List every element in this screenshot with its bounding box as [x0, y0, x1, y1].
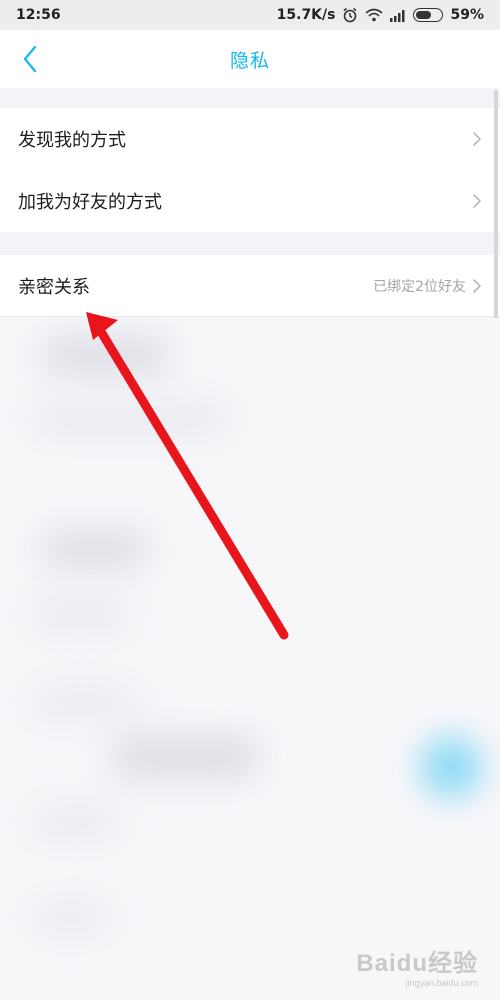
battery-icon	[413, 8, 444, 22]
chevron-right-icon	[473, 194, 482, 208]
blur-block	[30, 903, 110, 931]
back-button[interactable]	[10, 30, 50, 88]
battery-level-fill	[416, 11, 431, 19]
page-title: 隐私	[229, 49, 270, 72]
status-bar: 12:56 15.7K/s 59%	[0, 0, 500, 30]
status-icons: 15.7K/s 59%	[277, 7, 484, 23]
blur-block	[30, 403, 230, 433]
chevron-left-icon	[23, 45, 37, 73]
settings-group-relations: 亲密关系 已绑定2位好友	[0, 255, 500, 317]
watermark-url: jingyan.baidu.com	[405, 978, 478, 988]
blurred-content	[0, 318, 500, 1000]
setting-label: 加我为好友的方式	[18, 192, 162, 213]
watermark: Baidu经验 jingyan.baidu.com	[356, 943, 478, 988]
setting-row-discover-me[interactable]: 发现我的方式	[0, 108, 500, 170]
status-time: 12:56	[16, 7, 61, 23]
scrollbar[interactable]	[494, 90, 498, 326]
blur-block	[110, 738, 260, 776]
setting-value: 已绑定2位好友	[373, 279, 466, 295]
setting-value-wrap: 已绑定2位好友	[373, 276, 482, 296]
blur-toggle	[420, 736, 482, 798]
blur-block	[30, 688, 140, 716]
wifi-icon	[365, 8, 384, 22]
setting-label: 亲密关系	[18, 277, 90, 298]
watermark-brand: Baidu经验	[356, 950, 478, 977]
blur-block	[30, 808, 120, 836]
signal-icon	[390, 9, 405, 22]
setting-label: 发现我的方式	[18, 130, 126, 151]
blur-block	[40, 533, 150, 565]
blur-block	[40, 338, 170, 372]
chevron-right-icon	[473, 132, 482, 146]
setting-row-intimate-relationship[interactable]: 亲密关系 已绑定2位好友	[0, 255, 500, 317]
alarm-icon	[344, 7, 357, 23]
chevron-right-icon	[473, 279, 482, 293]
battery-percent: 59%	[450, 7, 484, 23]
nav-bar: 隐私	[0, 30, 500, 88]
setting-row-add-friend-method[interactable]: 加我为好友的方式	[0, 170, 500, 232]
settings-group-discovery: 发现我的方式 加我为好友的方式	[0, 108, 500, 232]
blur-block	[30, 598, 130, 628]
network-speed: 15.7K/s	[276, 7, 336, 23]
